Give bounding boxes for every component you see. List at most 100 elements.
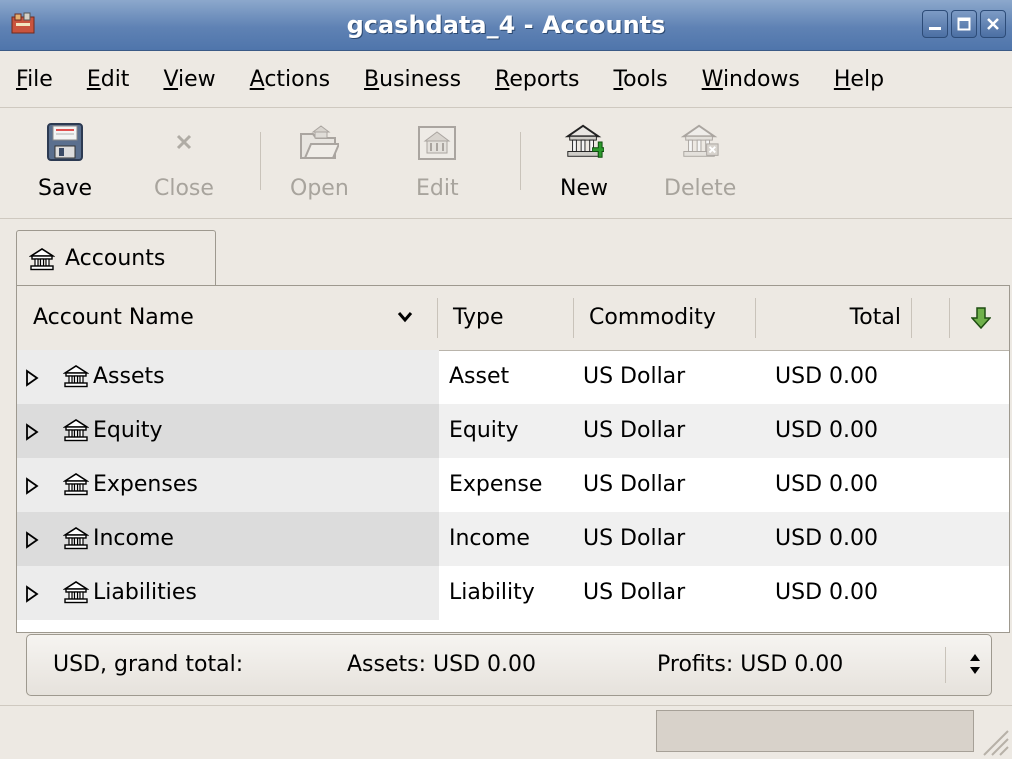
column-separator[interactable] xyxy=(755,298,756,338)
account-detail-cells[interactable]: Equity US Dollar USD 0.00 xyxy=(439,404,1009,458)
account-total: USD 0.00 xyxy=(775,526,878,551)
account-name-cell[interactable]: Assets xyxy=(17,350,439,404)
account-detail-cells[interactable]: Income US Dollar USD 0.00 xyxy=(439,512,1009,566)
close-x-icon xyxy=(176,134,192,150)
toolbar-separator xyxy=(520,132,521,190)
account-total: USD 0.00 xyxy=(775,472,878,497)
account-detail-cells[interactable]: Asset US Dollar USD 0.00 xyxy=(439,350,1009,404)
menu-business[interactable]: Business xyxy=(346,67,477,92)
new-account-icon xyxy=(564,124,604,158)
account-commodity: US Dollar xyxy=(583,526,686,551)
account-name-cell[interactable]: Expenses xyxy=(17,458,439,512)
open-label: Open xyxy=(290,176,349,201)
summary-label: USD, grand total: xyxy=(53,652,244,677)
title-bar[interactable]: gcashdata_4 - Accounts xyxy=(0,0,1012,51)
expander-arrow-icon[interactable] xyxy=(25,423,39,441)
close-window-button[interactable] xyxy=(980,10,1006,38)
menu-actions[interactable]: Actions xyxy=(232,67,346,92)
account-name: Assets xyxy=(93,364,165,389)
column-separator[interactable] xyxy=(573,298,574,338)
bank-account-icon xyxy=(63,419,89,442)
toolbar-separator xyxy=(260,132,261,190)
progress-bar xyxy=(656,710,974,752)
table-row[interactable]: Expenses Expense US Dollar USD 0.00 xyxy=(17,458,1009,512)
column-header-account-name[interactable]: Account Name xyxy=(33,286,194,350)
menu-view[interactable]: View xyxy=(145,67,231,92)
open-button[interactable]: Open xyxy=(290,122,349,201)
bank-account-icon xyxy=(63,365,89,388)
account-name-cell[interactable]: Income xyxy=(17,512,439,566)
account-name: Equity xyxy=(93,418,163,443)
bank-account-icon xyxy=(63,473,89,496)
expander-arrow-icon[interactable] xyxy=(25,369,39,387)
account-total: USD 0.00 xyxy=(775,580,878,605)
expander-arrow-icon[interactable] xyxy=(25,477,39,495)
close-button[interactable]: Close xyxy=(154,122,214,201)
column-separator[interactable] xyxy=(949,298,950,338)
column-separator[interactable] xyxy=(911,298,912,338)
maximize-icon xyxy=(957,17,971,31)
tab-accounts[interactable]: Accounts xyxy=(16,230,216,286)
account-name: Income xyxy=(93,526,174,551)
account-type: Liability xyxy=(449,580,535,605)
delete-button[interactable]: Delete xyxy=(664,122,736,201)
menu-tools[interactable]: Tools xyxy=(595,67,683,92)
menu-windows[interactable]: Windows xyxy=(684,67,816,92)
account-detail-cells[interactable]: Liability US Dollar USD 0.00 xyxy=(439,566,1009,620)
minimize-button[interactable] xyxy=(922,10,948,38)
open-account-icon xyxy=(300,125,340,159)
column-selector-arrow-icon[interactable] xyxy=(971,306,991,330)
account-type: Asset xyxy=(449,364,510,389)
column-separator[interactable] xyxy=(437,298,438,338)
new-label: New xyxy=(560,176,608,201)
spinner-arrows-icon[interactable] xyxy=(967,649,983,679)
menu-file[interactable]: File xyxy=(0,67,69,92)
edit-button[interactable]: Edit xyxy=(416,122,459,201)
maximize-button[interactable] xyxy=(951,10,977,38)
delete-account-icon xyxy=(680,124,719,157)
column-header-total[interactable]: Total xyxy=(757,286,901,350)
toolbar: Save Close Open Edit New Delete xyxy=(0,108,1012,219)
edit-label: Edit xyxy=(416,176,459,201)
status-bar xyxy=(0,705,1012,759)
expander-arrow-icon[interactable] xyxy=(25,585,39,603)
tab-accounts-label: Accounts xyxy=(65,246,166,271)
floppy-disk-icon xyxy=(47,123,83,161)
account-detail-cells[interactable]: Expense US Dollar USD 0.00 xyxy=(439,458,1009,512)
column-header-type[interactable]: Type xyxy=(453,286,504,350)
table-row[interactable]: Equity Equity US Dollar USD 0.00 xyxy=(17,404,1009,458)
summary-bar[interactable]: USD, grand total: Assets: USD 0.00 Profi… xyxy=(26,634,992,696)
bank-account-icon xyxy=(29,247,55,270)
save-button[interactable]: Save xyxy=(38,122,92,201)
minimize-icon xyxy=(929,27,941,30)
expander-arrow-icon[interactable] xyxy=(25,531,39,549)
menu-reports[interactable]: Reports xyxy=(477,67,595,92)
account-type: Expense xyxy=(449,472,543,497)
menu-help[interactable]: Help xyxy=(816,67,900,92)
account-total: USD 0.00 xyxy=(775,418,878,443)
column-header-commodity[interactable]: Commodity xyxy=(589,286,716,350)
delete-label: Delete xyxy=(664,176,737,201)
gnucash-window: gcashdata_4 - Accounts File Edit View Actio… xyxy=(0,0,1012,758)
summary-profits: Profits: USD 0.00 xyxy=(657,652,844,677)
table-row[interactable]: Liabilities Liability US Dollar USD 0.00 xyxy=(17,566,1009,620)
new-button[interactable]: New xyxy=(560,122,608,201)
menu-bar: File Edit View Actions Business Reports Tools W… xyxy=(0,51,1012,108)
account-type: Income xyxy=(449,526,530,551)
account-type: Equity xyxy=(449,418,519,443)
table-row[interactable]: Assets Asset US Dollar USD 0.00 xyxy=(17,350,1009,404)
close-label: Close xyxy=(154,176,214,201)
account-name: Expenses xyxy=(93,472,198,497)
table-row[interactable]: Income Income US Dollar USD 0.00 xyxy=(17,512,1009,566)
account-name: Liabilities xyxy=(93,580,197,605)
account-name-cell[interactable]: Liabilities xyxy=(17,566,439,620)
account-tree[interactable]: Account Name Type Commodity Total Assets xyxy=(16,285,1010,633)
resize-grip-icon[interactable] xyxy=(980,727,1010,757)
chevron-down-icon[interactable] xyxy=(397,310,413,324)
window-title: gcashdata_4 - Accounts xyxy=(346,11,666,39)
menu-edit[interactable]: Edit xyxy=(69,67,146,92)
bank-account-icon xyxy=(63,581,89,604)
tree-header: Account Name Type Commodity Total xyxy=(17,286,1009,351)
close-icon xyxy=(987,18,999,30)
account-name-cell[interactable]: Equity xyxy=(17,404,439,458)
